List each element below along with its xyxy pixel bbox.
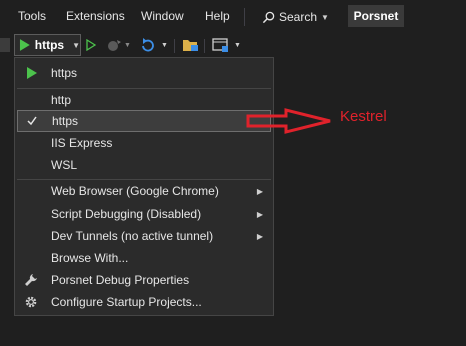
chevron-right-icon: ▶ xyxy=(256,209,263,219)
profile-item-http[interactable]: http xyxy=(15,89,273,111)
current-profile-label: https xyxy=(51,66,78,80)
action-label: Porsnet Debug Properties xyxy=(51,273,190,287)
web-browser-submenu[interactable]: Web Browser (Google Chrome) ▶ xyxy=(15,180,273,202)
chevron-right-icon: ▶ xyxy=(256,231,263,241)
menu-separator xyxy=(244,8,245,26)
toolbar: https ▼ ▼ ▼ ▼ xyxy=(0,33,466,59)
play-icon xyxy=(23,65,39,81)
run-profile-label: https xyxy=(34,38,65,52)
toolbar-separator xyxy=(204,39,205,53)
search-icon xyxy=(262,11,275,23)
chevron-down-icon: ▼ xyxy=(321,12,329,22)
chevron-down-icon[interactable]: ▼ xyxy=(124,42,131,49)
profile-label: http xyxy=(51,93,72,107)
script-debugging-submenu[interactable]: Script Debugging (Disabled) ▶ xyxy=(15,203,273,225)
submenu-label: Script Debugging (Disabled) xyxy=(51,207,202,221)
profile-label: WSL xyxy=(51,158,78,172)
run-profile-dropdown: https http https IIS Express WSL Web Bro… xyxy=(14,57,274,316)
toolbar-overflow-button[interactable] xyxy=(0,38,10,52)
start-without-debugging-icon[interactable] xyxy=(86,39,96,51)
configure-startup-item[interactable]: Configure Startup Projects... xyxy=(15,291,273,313)
search-label: Search xyxy=(279,10,318,24)
profile-label: https xyxy=(52,114,79,128)
profile-label: IIS Express xyxy=(51,136,113,150)
toolbar-separator xyxy=(174,39,175,53)
wrench-icon xyxy=(23,272,39,288)
chevron-down-icon: ▼ xyxy=(72,40,80,50)
menu-bar: Tools Extensions Window Help Search ▼ Po… xyxy=(0,0,466,33)
browse-with-item[interactable]: Browse With... xyxy=(15,247,273,269)
search-box[interactable]: Search ▼ xyxy=(262,8,329,26)
dev-tunnels-submenu[interactable]: Dev Tunnels (no active tunnel) ▶ xyxy=(15,225,273,247)
debug-properties-item[interactable]: Porsnet Debug Properties xyxy=(15,269,273,291)
solution-name-button[interactable]: Porsnet xyxy=(348,5,404,27)
hot-reload-icon[interactable] xyxy=(106,38,124,52)
action-label: Browse With... xyxy=(51,251,129,265)
annotation-arrow-icon xyxy=(246,108,331,134)
annotation-label: Kestrel xyxy=(340,108,387,125)
action-label: Configure Startup Projects... xyxy=(51,295,202,309)
submenu-label: Web Browser (Google Chrome) xyxy=(51,184,219,198)
window-layout-icon[interactable] xyxy=(212,38,230,53)
submenu-label: Dev Tunnels (no active tunnel) xyxy=(51,229,214,243)
profile-item-wsl[interactable]: WSL xyxy=(15,154,273,176)
menu-window[interactable]: Window xyxy=(141,9,184,23)
gear-icon xyxy=(23,294,39,310)
chevron-down-icon[interactable]: ▼ xyxy=(234,42,241,49)
chevron-down-icon[interactable]: ▼ xyxy=(161,42,168,49)
current-profile-item[interactable]: https xyxy=(15,62,273,84)
profile-item-iis-express[interactable]: IIS Express xyxy=(15,132,273,154)
menu-tools[interactable]: Tools xyxy=(18,9,46,23)
menu-help[interactable]: Help xyxy=(205,9,230,23)
menu-extensions[interactable]: Extensions xyxy=(66,9,125,23)
checkmark-icon xyxy=(24,113,40,129)
run-profile-button[interactable]: https ▼ xyxy=(14,34,81,56)
play-icon xyxy=(19,39,30,51)
folder-icon[interactable] xyxy=(182,37,200,53)
profile-item-https[interactable]: https xyxy=(17,110,271,132)
chevron-right-icon: ▶ xyxy=(256,186,263,196)
restart-icon[interactable] xyxy=(140,37,156,53)
